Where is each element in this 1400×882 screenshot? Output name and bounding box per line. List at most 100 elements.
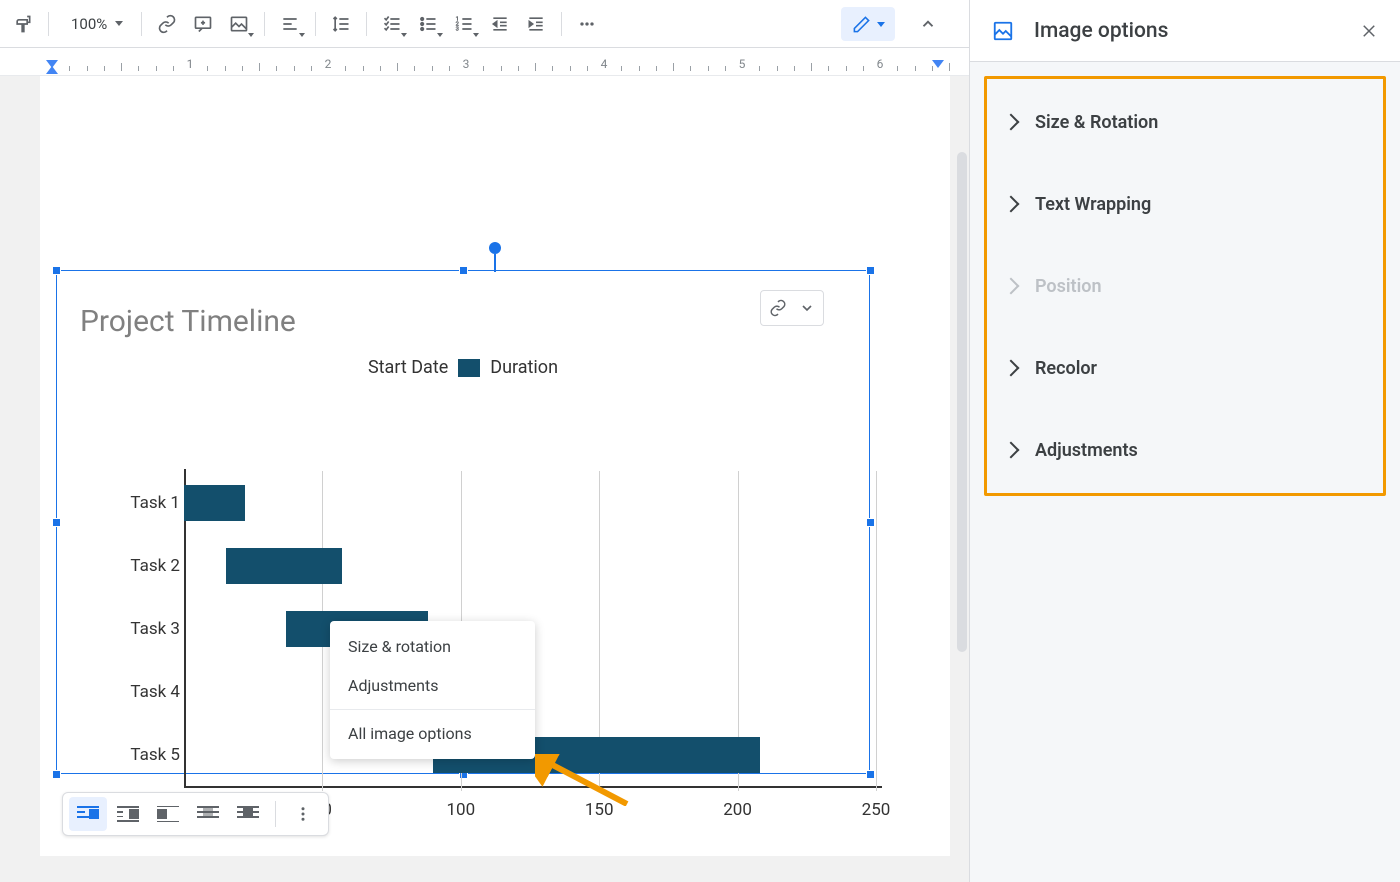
- toolbar-separator: [264, 12, 265, 36]
- chevron-right-icon: [1003, 278, 1020, 295]
- image-options-panel: Image options Size & Rotation Text Wrapp…: [969, 0, 1400, 882]
- y-tick-label: Task 4: [90, 682, 180, 702]
- toolbar-separator: [141, 12, 142, 36]
- y-tick-label: Task 5: [90, 745, 180, 765]
- panel-body: Size & Rotation Text Wrapping Position R…: [970, 62, 1400, 882]
- resize-handle-nw[interactable]: [52, 266, 61, 275]
- y-tick-label: Task 3: [90, 619, 180, 639]
- chevron-down-icon[interactable]: [799, 300, 815, 316]
- panel-highlight-box: Size & Rotation Text Wrapping Position R…: [984, 76, 1386, 496]
- rotation-handle[interactable]: [489, 242, 501, 254]
- section-position: Position: [987, 245, 1383, 327]
- ctx-adjustments[interactable]: Adjustments: [330, 666, 535, 705]
- ruler-number: 1: [187, 57, 194, 71]
- toolbar-separator: [366, 12, 367, 36]
- wrap-front[interactable]: [229, 797, 267, 831]
- resize-handle-n[interactable]: [459, 266, 468, 275]
- dropdown-caret-icon: [877, 22, 885, 27]
- decrease-indent-icon[interactable]: [483, 7, 517, 41]
- gantt-bar: [226, 548, 342, 584]
- insert-image-icon[interactable]: [222, 7, 256, 41]
- dropdown-caret-icon: [473, 33, 479, 37]
- image-icon: [992, 20, 1014, 42]
- legend-label-start: Start Date: [368, 357, 448, 378]
- link-icon[interactable]: [769, 299, 787, 317]
- x-tick-label: 250: [862, 800, 891, 820]
- scrollbar-thumb[interactable]: [957, 152, 967, 652]
- section-label: Text Wrapping: [1035, 194, 1151, 215]
- increase-indent-icon[interactable]: [519, 7, 553, 41]
- x-axis: [184, 786, 882, 788]
- collapse-toolbar-icon[interactable]: [911, 7, 945, 41]
- ctx-size-rotation[interactable]: Size & rotation: [330, 627, 535, 666]
- wrap-break[interactable]: [149, 797, 187, 831]
- document-canvas: Project Timeline Start Date Duration 050…: [0, 76, 969, 882]
- y-tick-label: Task 1: [90, 493, 180, 513]
- section-adjustments[interactable]: Adjustments: [987, 409, 1383, 491]
- section-recolor[interactable]: Recolor: [987, 327, 1383, 409]
- line-spacing-icon[interactable]: [324, 7, 358, 41]
- section-label: Size & Rotation: [1035, 112, 1158, 133]
- scrollbar-track: [957, 152, 967, 652]
- left-indent-marker[interactable]: [46, 66, 58, 74]
- ruler-number: 2: [325, 57, 332, 71]
- resize-handle-sw[interactable]: [52, 770, 61, 779]
- ruler-number: 3: [463, 57, 470, 71]
- zoom-value: 100%: [71, 15, 107, 33]
- ctx-separator: [330, 709, 535, 710]
- chevron-right-icon: [1003, 360, 1020, 377]
- add-comment-icon[interactable]: [186, 7, 220, 41]
- chart-legend: Start Date Duration: [56, 357, 870, 378]
- numbered-list-icon[interactable]: 123: [447, 7, 481, 41]
- toolbar-separator: [275, 801, 276, 827]
- main-toolbar: 100% 123: [0, 0, 969, 48]
- resize-handle-w[interactable]: [52, 518, 61, 527]
- toolbar-separator: [48, 12, 49, 36]
- wrap-more-icon[interactable]: [284, 797, 322, 831]
- ruler-number: 4: [601, 57, 608, 71]
- bulleted-list-icon[interactable]: [411, 7, 445, 41]
- ruler-number: 6: [877, 57, 884, 71]
- chevron-right-icon: [1003, 442, 1020, 459]
- legend-label-duration: Duration: [490, 357, 558, 378]
- section-label: Recolor: [1035, 358, 1097, 379]
- ctx-all-image-options[interactable]: All image options: [330, 714, 535, 753]
- text-wrap-toolbar: [62, 792, 329, 836]
- toolbar-separator: [561, 12, 562, 36]
- y-tick-label: Task 2: [90, 556, 180, 576]
- section-text-wrapping[interactable]: Text Wrapping: [987, 163, 1383, 245]
- checklist-icon[interactable]: [375, 7, 409, 41]
- dropdown-caret-icon: [401, 33, 407, 37]
- toolbar-separator: [315, 12, 316, 36]
- annotation-arrow: [535, 754, 630, 806]
- close-icon[interactable]: [1360, 22, 1378, 40]
- document-page[interactable]: Project Timeline Start Date Duration 050…: [40, 76, 950, 856]
- wrap-inline[interactable]: [69, 797, 107, 831]
- horizontal-ruler[interactable]: 123456: [0, 48, 969, 76]
- resize-handle-ne[interactable]: [866, 266, 875, 275]
- align-icon[interactable]: [273, 7, 307, 41]
- section-size-rotation[interactable]: Size & Rotation: [987, 81, 1383, 163]
- x-tick-label: 100: [446, 800, 475, 820]
- dropdown-caret-icon: [248, 33, 254, 37]
- panel-title: Image options: [1034, 19, 1340, 43]
- dropdown-caret-icon: [437, 33, 443, 37]
- dropdown-caret-icon: [299, 33, 305, 37]
- chart-plot-area: 050100150200250 Task 1Task 2Task 3Task 4…: [190, 471, 882, 791]
- x-tick-label: 200: [723, 800, 752, 820]
- svg-text:3: 3: [456, 26, 459, 32]
- more-icon[interactable]: [570, 7, 604, 41]
- insert-link-icon[interactable]: [150, 7, 184, 41]
- panel-header: Image options: [970, 0, 1400, 62]
- section-label: Adjustments: [1035, 440, 1138, 461]
- linked-chart-toolbar: [760, 290, 824, 326]
- legend-swatch-duration: [458, 359, 480, 377]
- image-context-menu: Size & rotation Adjustments All image op…: [330, 621, 535, 759]
- editing-mode-chip[interactable]: [841, 7, 895, 41]
- chart-title: Project Timeline: [80, 304, 296, 339]
- zoom-dropdown[interactable]: 100%: [57, 7, 133, 41]
- wrap-behind[interactable]: [189, 797, 227, 831]
- paint-format-icon[interactable]: [6, 7, 40, 41]
- wrap-text[interactable]: [109, 797, 147, 831]
- right-indent-marker[interactable]: [932, 60, 944, 68]
